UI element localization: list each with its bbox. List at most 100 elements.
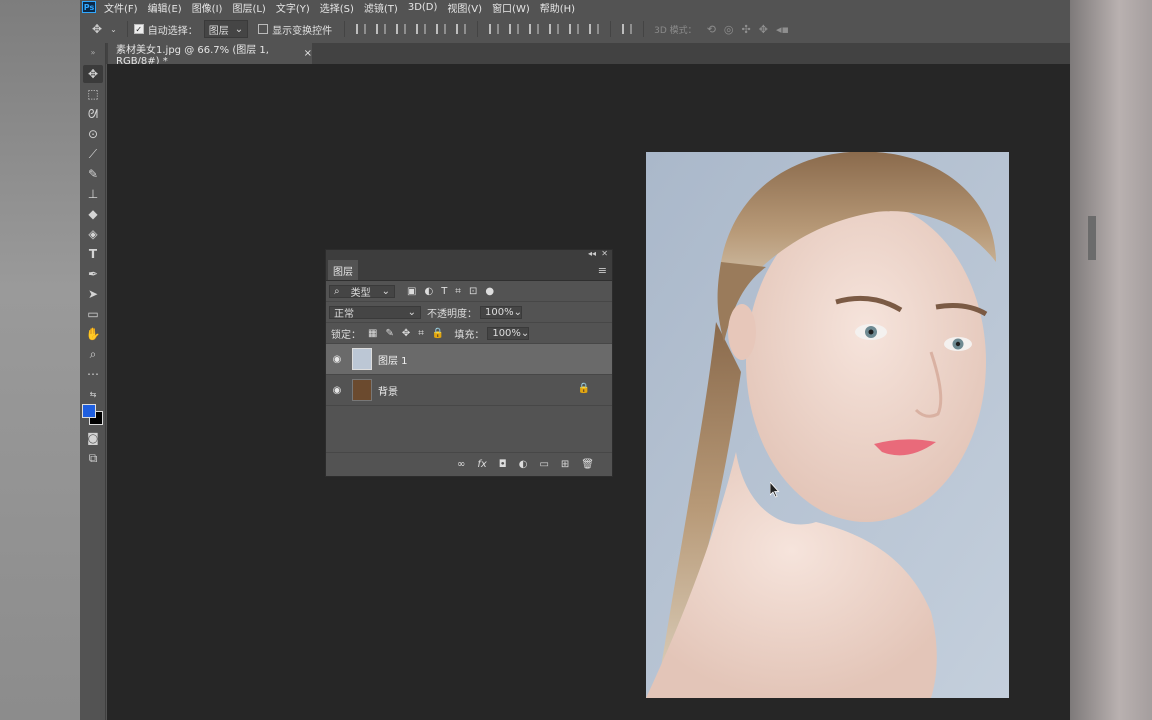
tool-preset-chevron-icon[interactable]: ⌄: [110, 25, 117, 34]
align-right-icon[interactable]: [456, 24, 467, 34]
filter-kind-dropdown[interactable]: ⌕ 类型 ⌄: [329, 284, 395, 299]
show-transform-checkbox[interactable]: [258, 24, 269, 34]
roll-3d-icon[interactable]: ◎: [724, 23, 734, 36]
brush-tool-icon[interactable]: ✎: [83, 165, 103, 183]
blend-mode-dropdown[interactable]: 正常 ⌄: [329, 305, 421, 320]
fx-icon[interactable]: fx: [477, 459, 486, 470]
distribute-right-icon[interactable]: [589, 24, 600, 34]
new-group-icon[interactable]: ▭: [539, 459, 548, 470]
type-tool-icon[interactable]: T: [83, 245, 103, 263]
distribute-vcenter-icon[interactable]: [509, 24, 520, 34]
new-layer-icon[interactable]: ⊞: [561, 459, 569, 470]
align-vcenter-icon[interactable]: [376, 24, 387, 34]
move-tool-icon[interactable]: ✥: [92, 22, 102, 36]
filter-pixel-icon[interactable]: ▣: [407, 286, 416, 297]
vertical-scrollbar[interactable]: [1088, 216, 1096, 260]
panel-titlebar[interactable]: ◂◂ ✕: [326, 249, 612, 260]
stamp-tool-icon[interactable]: ⊥: [83, 185, 103, 203]
layer-row-background[interactable]: ◉ 背景 🔒: [326, 375, 612, 406]
collapse-panel-icon[interactable]: ◂◂: [588, 249, 596, 258]
more-tools-icon[interactable]: ⋯: [83, 365, 103, 383]
auto-align-icon[interactable]: [622, 24, 633, 34]
auto-select-checkbox[interactable]: ✓: [133, 24, 144, 34]
pan-3d-icon[interactable]: ✣: [742, 23, 751, 36]
distribute-top-icon[interactable]: [489, 24, 500, 34]
menu-select[interactable]: 选择(S): [320, 0, 354, 15]
eyedropper-tool-icon[interactable]: ⟋: [83, 145, 103, 163]
menu-edit[interactable]: 编辑(E): [148, 0, 182, 15]
menu-window[interactable]: 窗口(W): [492, 0, 530, 15]
divider: [344, 21, 346, 37]
document-image[interactable]: [646, 152, 1009, 698]
menu-image[interactable]: 图像(I): [192, 0, 223, 15]
quick-mask-icon[interactable]: ◙: [83, 429, 103, 447]
layer-row-layer-1[interactable]: ◉ 图层 1: [326, 344, 612, 375]
quick-select-tool-icon[interactable]: ⊙: [83, 125, 103, 143]
lock-label: 锁定：: [331, 329, 361, 341]
chevron-down-icon: ⌄: [520, 327, 530, 339]
divider: [126, 21, 128, 37]
menu-layer[interactable]: 图层(L): [232, 0, 265, 15]
align-hcenter-icon[interactable]: [436, 24, 447, 34]
eye-icon[interactable]: ◉: [328, 385, 346, 396]
document-tab-bar: 素材美女1.jpg @ 66.7% (图层 1, RGB/8#) * ×: [106, 43, 1070, 67]
filter-toggle-icon[interactable]: ●: [485, 286, 494, 297]
distribute-hcenter-icon[interactable]: [569, 24, 580, 34]
panel-menu-icon[interactable]: ≡: [598, 264, 607, 277]
eraser-tool-icon[interactable]: ◆: [83, 205, 103, 223]
slide-3d-icon[interactable]: ✥: [759, 23, 768, 36]
move-tool-icon[interactable]: ✥: [83, 65, 103, 83]
lock-position-icon[interactable]: ✥: [402, 328, 410, 339]
distribute-left-icon[interactable]: [549, 24, 560, 34]
foreground-color-swatch[interactable]: [82, 404, 96, 418]
swap-colors-icon[interactable]: ⇆: [83, 385, 103, 403]
menu-type[interactable]: 文字(Y): [276, 0, 310, 15]
lock-transparent-icon[interactable]: ▦: [368, 328, 377, 339]
document-tab[interactable]: 素材美女1.jpg @ 66.7% (图层 1, RGB/8#) * ×: [108, 43, 312, 67]
menu-view[interactable]: 视图(V): [447, 0, 482, 15]
hand-tool-icon[interactable]: ✋: [83, 325, 103, 343]
filter-smart-object-icon[interactable]: ⊡: [469, 286, 477, 297]
lock-all-icon[interactable]: 🔒: [432, 328, 444, 339]
adjustment-layer-icon[interactable]: ◐: [519, 459, 528, 470]
pen-tool-icon[interactable]: ✒: [83, 265, 103, 283]
zoom-tool-icon[interactable]: ⌕: [83, 345, 103, 363]
distribute-bottom-icon[interactable]: [529, 24, 540, 34]
scale-3d-icon[interactable]: ◂▪: [776, 23, 789, 36]
tab-layers[interactable]: 图层: [328, 260, 358, 280]
menu-3d[interactable]: 3D(D): [408, 2, 438, 13]
trash-icon[interactable]: 🗑: [581, 459, 594, 470]
menu-file[interactable]: 文件(F): [104, 0, 138, 15]
fill-value: 100%: [492, 327, 521, 339]
marquee-tool-icon[interactable]: ⬚: [83, 85, 103, 103]
path-select-tool-icon[interactable]: ➤: [83, 285, 103, 303]
add-mask-icon[interactable]: ◘: [499, 459, 507, 470]
document-tab-title: 素材美女1.jpg @ 66.7% (图层 1, RGB/8#) *: [116, 44, 269, 67]
close-panel-icon[interactable]: ✕: [601, 249, 608, 258]
menu-filter[interactable]: 滤镜(T): [364, 0, 398, 15]
orbit-3d-icon[interactable]: ⟲: [707, 23, 716, 36]
align-bottom-icon[interactable]: [396, 24, 407, 34]
auto-select-dropdown[interactable]: 图层 ⌄: [203, 20, 249, 38]
filter-adjustment-icon[interactable]: ◐: [424, 286, 433, 297]
rectangle-tool-icon[interactable]: ▭: [83, 305, 103, 323]
lasso-tool-icon[interactable]: ᘛ: [83, 105, 103, 123]
chevron-down-icon: ⌄: [407, 306, 416, 318]
lock-row: 锁定： ▦ ✎ ✥ ⌗ 🔒 填充： 100% ⌄: [326, 323, 612, 344]
lock-image-icon[interactable]: ✎: [385, 328, 393, 339]
menu-help[interactable]: 帮助(H): [540, 0, 575, 15]
align-left-icon[interactable]: [416, 24, 427, 34]
fill-field[interactable]: 100% ⌄: [487, 326, 530, 340]
opacity-field[interactable]: 100% ⌄: [480, 305, 522, 319]
filter-shape-icon[interactable]: ⌗: [455, 286, 461, 297]
close-icon[interactable]: ×: [304, 48, 312, 59]
filter-type-icon[interactable]: T: [441, 286, 447, 297]
screen-mode-icon[interactable]: ⧉: [83, 449, 103, 467]
paint-bucket-tool-icon[interactable]: ◈: [83, 225, 103, 243]
eye-icon[interactable]: ◉: [328, 354, 346, 365]
link-layers-icon[interactable]: ∞: [457, 459, 465, 470]
align-top-icon[interactable]: [356, 24, 367, 34]
panel-tab-bar: 图层 ≡: [326, 260, 612, 281]
lock-artboard-icon[interactable]: ⌗: [418, 328, 424, 339]
collapse-icon[interactable]: »: [83, 43, 103, 61]
